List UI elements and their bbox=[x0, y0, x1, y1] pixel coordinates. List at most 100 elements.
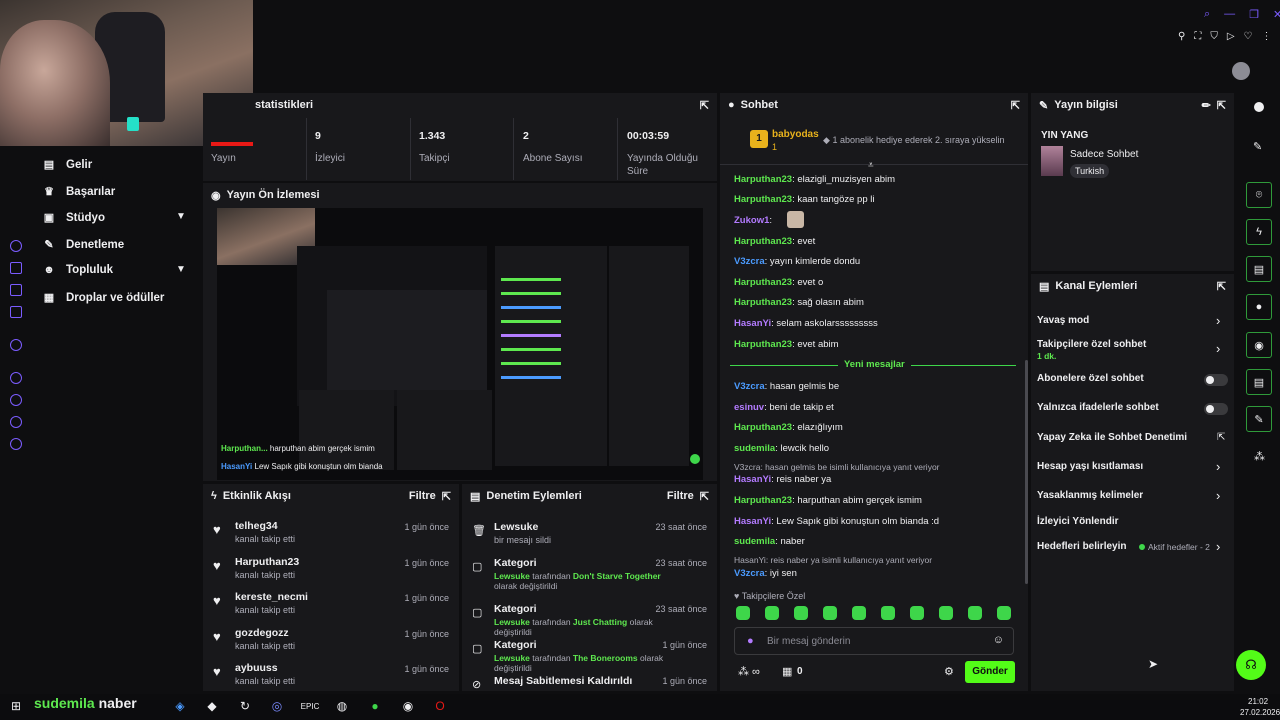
popout-icon[interactable]: ⇱ bbox=[1217, 280, 1226, 293]
chat-text: : iyi sen bbox=[764, 568, 797, 579]
rail-icon-9[interactable] bbox=[10, 438, 22, 450]
epic-icon[interactable]: EPIC bbox=[301, 697, 320, 715]
rail-icon-7[interactable] bbox=[10, 394, 22, 406]
nav-basarilar[interactable]: ♛ Başarılar bbox=[42, 185, 115, 199]
play-icon[interactable]: ▷ bbox=[1227, 31, 1235, 42]
list-item[interactable]: ▢ Kategori 23 saat önce Lewsuke tarafından … bbox=[472, 601, 707, 641]
profile-avatar[interactable] bbox=[1232, 62, 1250, 80]
crop-icon[interactable]: ⛶ bbox=[1194, 31, 1201, 42]
support-button[interactable]: ☊ bbox=[1236, 650, 1266, 680]
send-button[interactable]: Gönder bbox=[965, 661, 1015, 683]
points-icon[interactable]: ⁂ ∞ bbox=[738, 665, 760, 678]
emote-icon[interactable] bbox=[823, 606, 837, 620]
popout-icon[interactable]: ⇱ bbox=[700, 490, 709, 503]
rail-icon-2[interactable] bbox=[10, 262, 22, 274]
rail-icon-5[interactable] bbox=[10, 339, 22, 351]
emote-icon[interactable] bbox=[794, 606, 808, 620]
filter-button[interactable]: Filtre bbox=[409, 490, 436, 502]
broadcast-button[interactable]: ◉ bbox=[1246, 332, 1272, 358]
opera-icon[interactable]: O bbox=[431, 697, 449, 715]
chevron-right-icon[interactable]: › bbox=[1216, 539, 1220, 554]
camera-button[interactable]: ⌾ bbox=[1246, 182, 1272, 208]
emote-icon[interactable] bbox=[736, 606, 750, 620]
chevron-down-icon[interactable]: ▼ bbox=[176, 264, 186, 275]
rail-icon-4[interactable] bbox=[10, 306, 22, 318]
nav-studyo[interactable]: ▣ Stüdyo bbox=[42, 211, 105, 225]
app-icon-1[interactable]: ◈ bbox=[171, 697, 189, 715]
notes-button[interactable]: ▤ bbox=[1246, 256, 1272, 282]
rail-icon-8[interactable] bbox=[10, 416, 22, 428]
emote-icon[interactable] bbox=[910, 606, 924, 620]
pencil-icon[interactable]: ✎ bbox=[1253, 140, 1262, 153]
pin-icon[interactable]: ⚲ bbox=[1178, 31, 1185, 42]
chevron-down-icon[interactable]: ▼ bbox=[176, 211, 186, 222]
tag-pill[interactable]: Turkish bbox=[1070, 164, 1110, 178]
mic-icon[interactable]: ● bbox=[747, 635, 754, 647]
emoji-icon[interactable]: ☺ bbox=[993, 634, 1004, 646]
scroll-down-icon[interactable]: ⩡ bbox=[868, 160, 874, 171]
list-item[interactable]: ♥ kereste_necmi kanalı takip etti 1 gün önc… bbox=[213, 589, 449, 619]
nav-topluluk[interactable]: ☻ Topluluk bbox=[42, 264, 113, 276]
flash-button[interactable]: ϟ bbox=[1246, 219, 1272, 245]
start-icon[interactable]: ⊞ bbox=[7, 697, 25, 715]
chevron-right-icon[interactable]: › bbox=[1216, 488, 1220, 503]
chat-button[interactable]: ● bbox=[1246, 294, 1272, 320]
list-item[interactable]: ▢ Kategori 1 gün önce Lewsuke tarafından Th… bbox=[472, 637, 707, 677]
shield-icon[interactable]: ⛉ bbox=[1210, 31, 1218, 42]
rail-icon-1[interactable] bbox=[10, 240, 22, 252]
spotify-icon[interactable]: ● bbox=[366, 697, 384, 715]
app-icon-3[interactable]: ↻ bbox=[236, 697, 254, 715]
pinned-user[interactable]: babyodas bbox=[772, 129, 819, 140]
chat-scrollbar[interactable] bbox=[1025, 360, 1028, 584]
external-link-icon[interactable]: ⇱ bbox=[1217, 432, 1225, 443]
list-item[interactable]: 🗑 Lewsuke 23 saat önce bir mesajı sildi bbox=[472, 519, 707, 559]
emote-icon[interactable] bbox=[765, 606, 779, 620]
gift-icon[interactable]: ▦ bbox=[782, 665, 792, 678]
chevron-right-icon[interactable]: › bbox=[1216, 313, 1220, 328]
nav-denetleme[interactable]: ✎ Denetleme bbox=[42, 238, 124, 252]
heart-icon[interactable]: ♡ bbox=[1244, 31, 1253, 42]
popout-icon[interactable]: ⇱ bbox=[1011, 99, 1020, 112]
list-item[interactable]: ▢ Kategori 23 saat önce Lewsuke tarafından … bbox=[472, 555, 707, 595]
nav-droplar[interactable]: ▦ Droplar ve ödüller bbox=[42, 291, 165, 305]
wrench-button[interactable]: ✎ bbox=[1246, 406, 1272, 432]
emote-icon[interactable] bbox=[881, 606, 895, 620]
popout-icon[interactable]: ⇱ bbox=[1217, 99, 1226, 112]
list-item[interactable]: ♥ gozdegozz kanalı takip etti 1 gün önce bbox=[213, 625, 449, 655]
popout-icon[interactable]: ⇱ bbox=[700, 99, 709, 112]
restore-icon[interactable]: ❐ bbox=[1249, 8, 1259, 21]
more-icon[interactable]: ⋮ bbox=[1262, 31, 1272, 42]
list-item[interactable]: ♥ Harputhan23 kanalı takip etti 1 gün önce bbox=[213, 554, 449, 584]
edit-icon[interactable]: ✏ bbox=[1202, 99, 1211, 112]
list-item[interactable]: ♥ telheg34 kanalı takip etti 1 gün önce bbox=[213, 518, 449, 548]
popout-icon[interactable]: ⇱ bbox=[442, 490, 451, 503]
category-name[interactable]: Sadece Sohbet bbox=[1070, 149, 1138, 160]
people-icon[interactable]: ⁂ bbox=[1254, 450, 1265, 463]
rail-icon-3[interactable] bbox=[10, 284, 22, 296]
emote-icon[interactable] bbox=[997, 606, 1011, 620]
chevron-right-icon[interactable]: › bbox=[1216, 459, 1220, 474]
close-icon[interactable]: ✕ bbox=[1273, 8, 1280, 21]
chat-input[interactable]: ● Bir mesaj gönderin ☺ bbox=[734, 627, 1014, 655]
chevron-right-icon[interactable]: › bbox=[1216, 341, 1220, 356]
filter-button[interactable]: Filtre bbox=[667, 490, 694, 502]
rail-icon-6[interactable] bbox=[10, 372, 22, 384]
chat-message: Harputhan23: harputhan abim gerçek ismim bbox=[734, 495, 922, 506]
emote-icon[interactable] bbox=[852, 606, 866, 620]
settings-gear-icon[interactable]: ⚙ bbox=[944, 665, 954, 678]
discord-icon[interactable]: ◎ bbox=[268, 697, 286, 715]
search-icon[interactable]: ⌕ bbox=[1204, 8, 1210, 21]
steam-icon[interactable]: ◍ bbox=[333, 697, 351, 715]
nav-gelir[interactable]: ▤ Gelir bbox=[42, 158, 92, 172]
obs-icon[interactable]: ◉ bbox=[399, 697, 417, 715]
preview-video[interactable]: Harputhan... harputhan abim gerçek ismim… bbox=[217, 208, 703, 480]
minimize-icon[interactable]: — bbox=[1224, 8, 1235, 21]
toggle-switch[interactable] bbox=[1204, 374, 1228, 386]
toggle-switch[interactable] bbox=[1204, 403, 1228, 415]
info-icon[interactable] bbox=[1254, 102, 1264, 112]
app-icon-2[interactable]: ◆ bbox=[203, 697, 221, 715]
emote-icon[interactable] bbox=[968, 606, 982, 620]
emote-icon[interactable] bbox=[939, 606, 953, 620]
list-item[interactable]: ♥ aybuuss kanalı takip etti 1 gün önce bbox=[213, 660, 449, 690]
list-button[interactable]: ▤ bbox=[1246, 369, 1272, 395]
